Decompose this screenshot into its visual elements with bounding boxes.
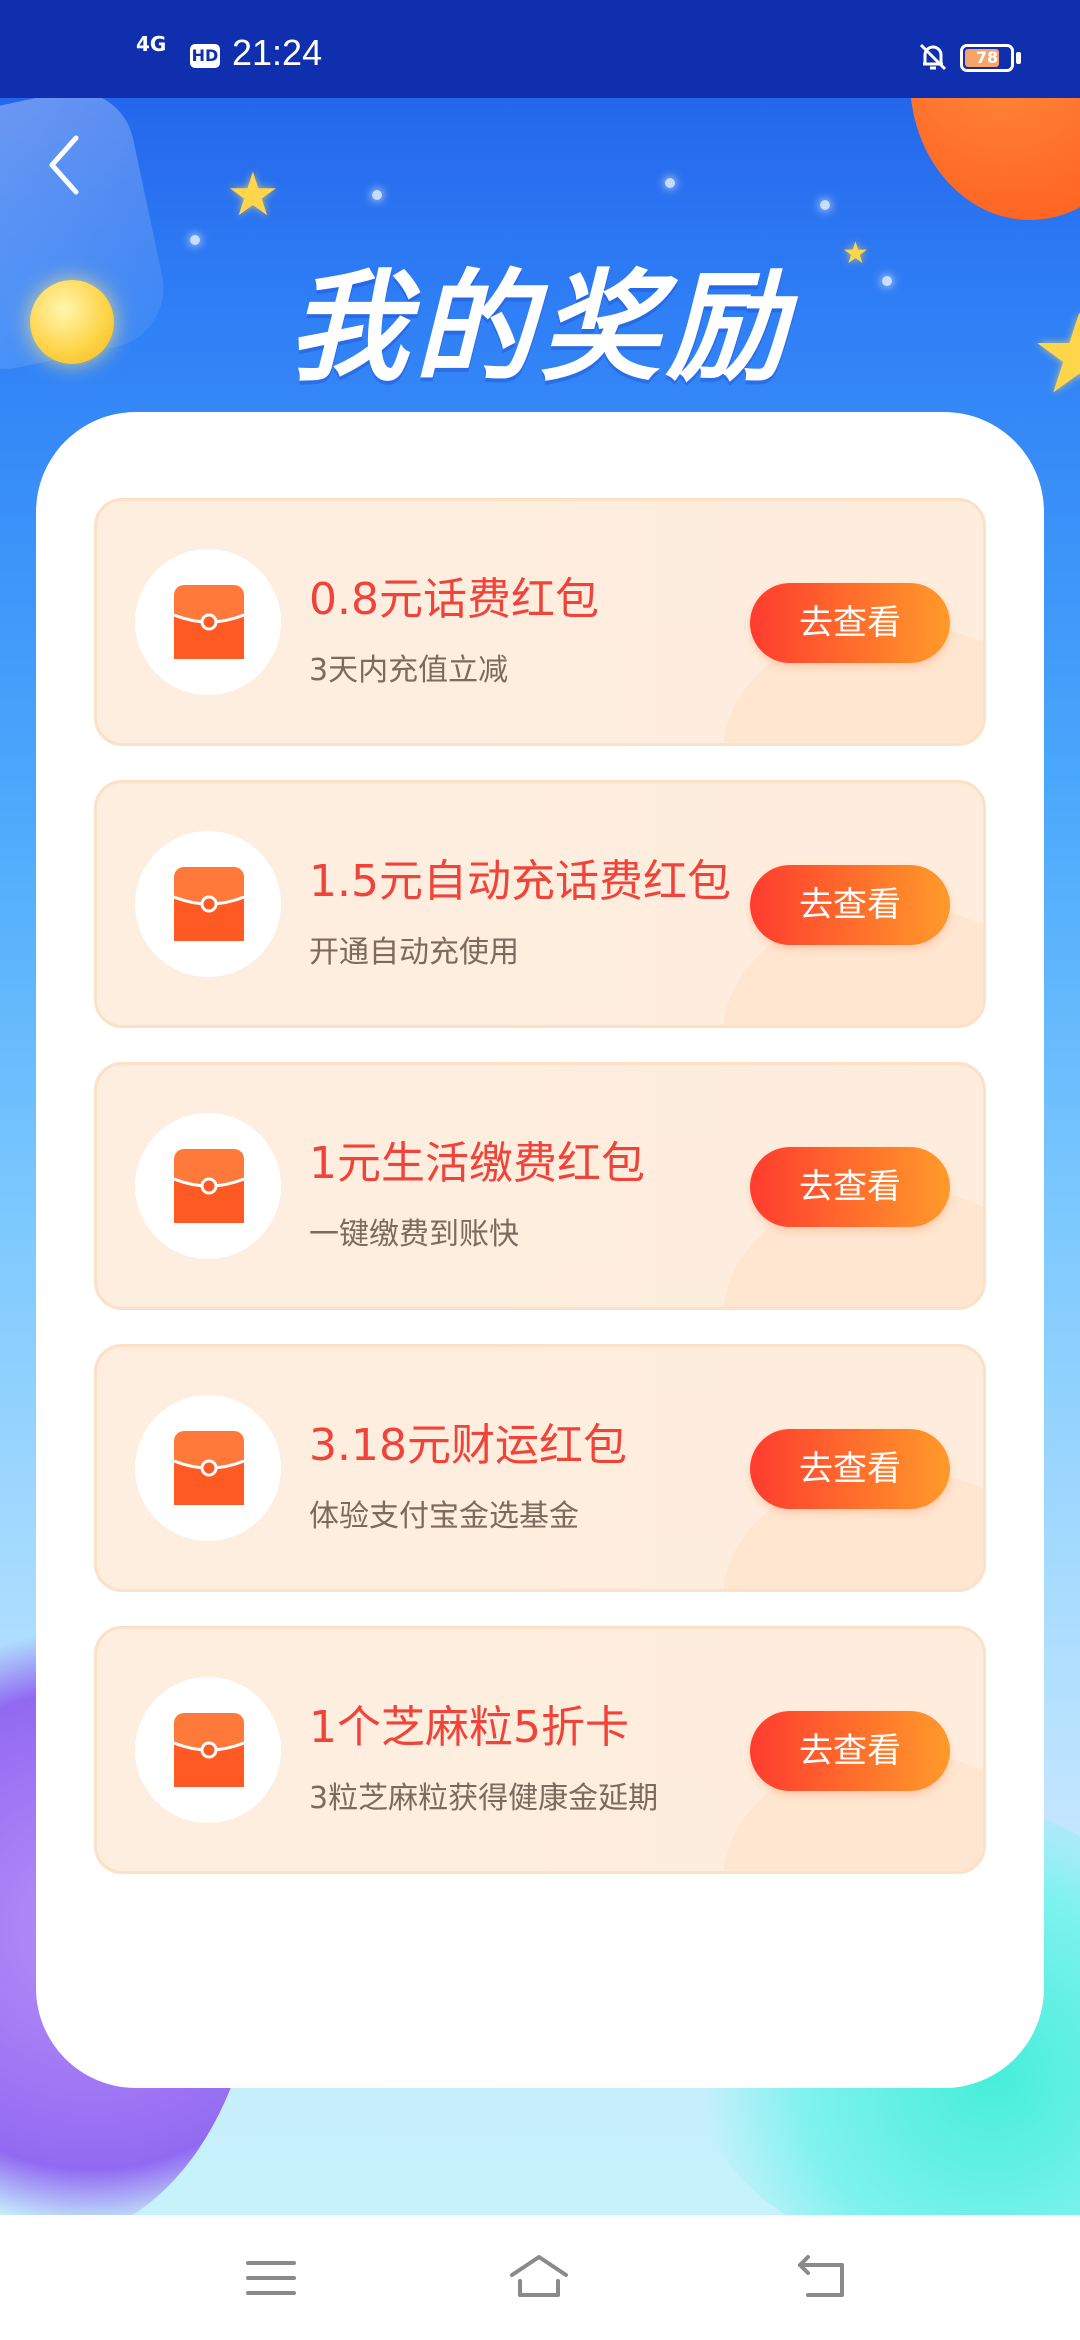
battery-icon: 78	[960, 44, 1014, 72]
reward-title: 1个芝麻粒5折卡	[309, 1702, 629, 1753]
reward-subtitle: 开通自动充使用	[309, 935, 519, 970]
reward-item[interactable]: 1元生活缴费红包 一键缴费到账快 去查看	[94, 1062, 986, 1310]
chevron-left-icon[interactable]	[40, 130, 90, 200]
wallet-icon	[174, 1431, 244, 1505]
home-icon[interactable]	[506, 2245, 572, 2311]
system-nav-bar	[0, 2215, 1080, 2340]
clock: 21:24	[232, 32, 323, 73]
reward-title: 3.18元财运红包	[309, 1420, 627, 1471]
reward-title: 1.5元自动充话费红包	[309, 856, 731, 907]
wallet-icon-circle	[135, 831, 281, 977]
reward-subtitle: 3天内充值立减	[309, 653, 509, 688]
view-button[interactable]: 去查看	[750, 583, 950, 663]
view-button[interactable]: 去查看	[750, 1429, 950, 1509]
reward-item[interactable]: 0.8元话费红包 3天内充值立减 去查看	[94, 498, 986, 746]
wallet-icon-circle	[135, 1395, 281, 1541]
status-bar: 4G HD 21:24 78	[0, 0, 1080, 98]
decor-sparkle	[820, 200, 830, 210]
reward-subtitle: 体验支付宝金选基金	[309, 1499, 579, 1534]
reward-item[interactable]: 3.18元财运红包 体验支付宝金选基金 去查看	[94, 1344, 986, 1592]
view-button[interactable]: 去查看	[750, 865, 950, 945]
wallet-icon-circle	[135, 1677, 281, 1823]
rewards-card: 0.8元话费红包 3天内充值立减 去查看 1.5元自动充话费红包 开通自动充使用…	[36, 412, 1044, 2088]
wallet-icon-circle	[135, 1113, 281, 1259]
wallet-icon	[174, 867, 244, 941]
wallet-icon	[174, 585, 244, 659]
decor-sparkle	[372, 190, 382, 200]
reward-item[interactable]: 1.5元自动充话费红包 开通自动充使用 去查看	[94, 780, 986, 1028]
back-icon[interactable]	[790, 2245, 856, 2311]
view-button[interactable]: 去查看	[750, 1711, 950, 1791]
network-type: 4G	[136, 32, 167, 56]
reward-item[interactable]: 1个芝麻粒5折卡 3粒芝麻粒获得健康金延期 去查看	[94, 1626, 986, 1874]
view-button[interactable]: 去查看	[750, 1147, 950, 1227]
battery-percent: 78	[975, 48, 999, 67]
battery-cap	[1016, 52, 1021, 64]
menu-icon[interactable]	[238, 2245, 304, 2311]
wallet-icon	[174, 1149, 244, 1223]
bell-off-icon	[919, 43, 947, 71]
reward-title: 0.8元话费红包	[309, 574, 599, 625]
reward-subtitle: 3粒芝麻粒获得健康金延期	[309, 1781, 659, 1816]
reward-title: 1元生活缴费红包	[309, 1138, 645, 1189]
hd-badge: HD	[190, 44, 220, 68]
page-title: 我的奖励	[288, 259, 792, 398]
star-icon: ★	[226, 160, 280, 230]
wallet-icon-circle	[135, 549, 281, 695]
reward-subtitle: 一键缴费到账快	[309, 1217, 519, 1252]
decor-sparkle	[665, 178, 675, 188]
wallet-icon	[174, 1713, 244, 1787]
